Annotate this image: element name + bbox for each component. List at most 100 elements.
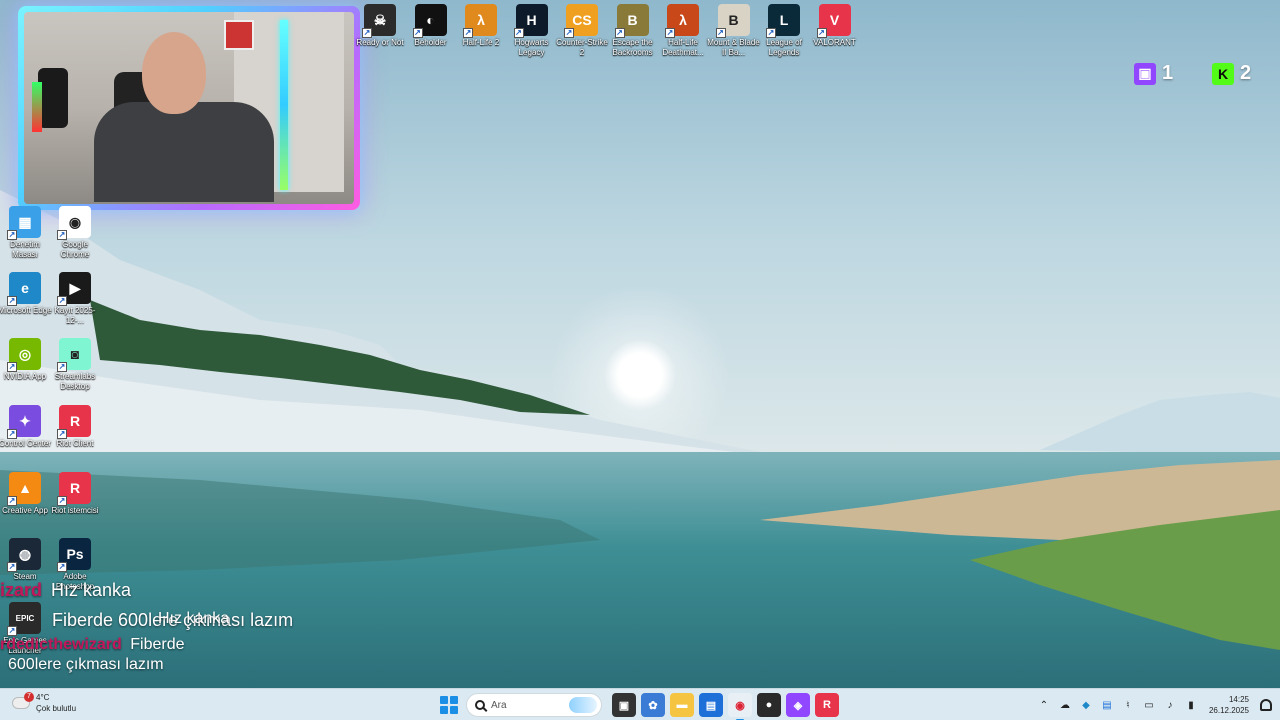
clock[interactable]: 14:25 26.12.2025 xyxy=(1209,694,1249,716)
clock-date: 26.12.2025 xyxy=(1208,706,1249,715)
file-explorer-icon[interactable]: ▬ xyxy=(670,693,694,717)
desktop-shortcut[interactable]: CS ↗ Counter-Strike 2 xyxy=(554,4,610,57)
desktop-shortcut-label: Half-Life 2 xyxy=(462,38,500,47)
desktop-shortcut[interactable]: ▦ ↗ Denetim Masası xyxy=(0,206,53,259)
desktop-shortcut[interactable]: R ↗ Riot Client xyxy=(47,405,103,449)
taskbar-search[interactable]: Ara xyxy=(466,693,602,717)
desktop-shortcut-label: Microsoft Edge xyxy=(0,306,52,315)
beholder-icon: ◐ ↗ xyxy=(412,4,447,38)
riot-istemcisi-icon: R ↗ xyxy=(57,472,91,506)
webcam-overlay xyxy=(18,6,360,210)
twitch-taskbar-icon[interactable]: ◈ xyxy=(786,693,810,717)
desktop-shortcut[interactable]: ◙ ↗ Streamlabs Desktop xyxy=(47,338,103,391)
desktop-shortcut[interactable]: ◐ ↗ Beholder xyxy=(403,4,459,48)
chat-text: Hız kanka xyxy=(51,580,132,600)
counter-strike-icon: CS ↗ xyxy=(564,4,598,38)
desktop-shortcut[interactable]: V ↗ VALORANT xyxy=(807,4,863,48)
desktop-shortcut-label: Half-Life Deathmat... xyxy=(662,38,704,57)
store-tray-icon[interactable]: ▤ xyxy=(1100,698,1114,712)
desktop-shortcut-label: Kayıt 2025-12-... xyxy=(54,306,96,325)
desktop-shortcut[interactable]: ✦ ↗ Control Center xyxy=(0,405,53,449)
shield-icon[interactable]: ◆ xyxy=(1079,698,1093,712)
shortcut-arrow-icon: ↗ xyxy=(766,28,776,38)
notification-bell-icon[interactable] xyxy=(1260,699,1272,711)
desktop-shortcut[interactable]: H ↗ Hogwarts Legacy xyxy=(504,4,560,57)
task-view-icon[interactable]: ▣ xyxy=(612,693,636,717)
search-placeholder: Ara xyxy=(491,699,507,711)
desktop-shortcut[interactable]: ▶ ↗ Kayıt 2025-12-... xyxy=(47,272,103,325)
desktop-shortcut-label: Denetim Masası xyxy=(10,240,40,259)
hogwarts-legacy-icon: H ↗ xyxy=(513,4,548,38)
shortcut-arrow-icon: ↗ xyxy=(57,496,67,506)
creative-app-icon: ▲ ↗ xyxy=(7,472,41,506)
desktop-shortcut[interactable]: λ ↗ Half-Life Deathmat... xyxy=(655,4,711,57)
half-life-2-icon: λ ↗ xyxy=(463,4,497,38)
riot-taskbar-icon[interactable]: R xyxy=(815,693,839,717)
desktop-shortcut-label: Beholder xyxy=(414,38,447,47)
copilot-icon[interactable]: ✿ xyxy=(641,693,665,717)
shortcut-arrow-icon: ↗ xyxy=(412,28,423,38)
desktop-shortcut[interactable]: ◉ ↗ Google Chrome xyxy=(47,206,103,259)
escape-backrooms-icon: B ↗ xyxy=(614,4,649,38)
chat-text: Hız kanka xyxy=(158,610,230,627)
cloud-sync-icon[interactable]: ☁ xyxy=(1058,698,1072,712)
league-of-legends-icon: L ↗ xyxy=(766,4,800,38)
desktop-shortcut-label: Mount & Blade II Ba... xyxy=(707,38,760,57)
desktop-shortcut[interactable]: ▲ ↗ Creative App xyxy=(0,472,53,516)
shortcut-arrow-icon: ↗ xyxy=(665,28,675,38)
shortcut-arrow-icon: ↗ xyxy=(463,28,473,38)
webcam-feed xyxy=(24,12,354,204)
shortcut-arrow-icon: ↗ xyxy=(564,28,574,38)
desktop-shortcut-label: Control Center xyxy=(0,439,52,448)
shortcut-arrow-icon: ↗ xyxy=(614,28,625,38)
desktop-shortcut[interactable]: R ↗ Riot istemcisi xyxy=(47,472,103,516)
chevron-up-icon[interactable]: ⌃ xyxy=(1037,698,1051,712)
desktop-shortcut[interactable]: ◎ ↗ NVIDIA App xyxy=(0,338,53,382)
kick-icon: K xyxy=(1212,62,1234,85)
shortcut-arrow-icon: ↗ xyxy=(7,429,17,439)
desktop-shortcut[interactable]: B ↗ Mount & Blade II Ba... xyxy=(706,4,762,57)
desktop-shortcut[interactable]: e ↗ Microsoft Edge xyxy=(0,272,53,316)
system-tray: ⌃ ☁ ◆ ▤ ♮ ▭ ♪ ▮ 14:25 26.12.2025 xyxy=(1037,691,1272,719)
windows-logo-icon xyxy=(440,696,448,704)
valorant-icon: V ↗ xyxy=(816,4,851,38)
weather-widget[interactable]: 7 4°C Çok bulutlu xyxy=(12,692,76,714)
volume-icon[interactable]: ♪ xyxy=(1163,698,1177,712)
chat-message: rdedicthewizard Fiberde xyxy=(0,636,185,654)
shortcut-arrow-icon: ↗ xyxy=(57,230,67,240)
start-button[interactable] xyxy=(438,694,460,716)
shortcut-arrow-icon: ↗ xyxy=(7,362,17,372)
mount-blade-icon: B ↗ xyxy=(715,4,750,38)
shortcut-arrow-icon: ↗ xyxy=(816,28,827,38)
search-highlight-icon xyxy=(569,697,597,713)
twitch-icon: ▣ xyxy=(1134,62,1156,85)
network-icon[interactable]: ▭ xyxy=(1142,698,1156,712)
battery-icon[interactable]: ▮ xyxy=(1184,698,1198,712)
desktop-shortcut-label: Hogwarts Legacy xyxy=(514,38,549,57)
desktop-shortcut-label: NVIDIA App xyxy=(3,372,47,381)
riot-client-icon: R ↗ xyxy=(57,405,91,439)
control-center-icon: ✦ ↗ xyxy=(7,405,41,439)
desktop-shortcut[interactable]: λ ↗ Half-Life 2 xyxy=(453,4,509,48)
chrome-taskbar-icon[interactable]: ◉ xyxy=(728,693,752,720)
desktop-shortcut[interactable]: ◍ ↗ Steam xyxy=(0,538,53,582)
microphone-icon[interactable]: ♮ xyxy=(1121,698,1135,712)
store-icon[interactable]: ▤ xyxy=(699,693,723,717)
desktop-shortcut[interactable]: ☠ ↗ Ready or Not xyxy=(352,4,408,48)
desktop-shortcut[interactable]: B ↗ Escape the Backrooms xyxy=(605,4,661,57)
search-icon xyxy=(475,700,485,710)
edge-icon: e ↗ xyxy=(7,272,41,306)
weather-alert-badge: 7 xyxy=(24,692,34,702)
shortcut-arrow-icon: ↗ xyxy=(513,28,524,38)
shortcut-arrow-icon: ↗ xyxy=(7,626,17,636)
chat-username: izard xyxy=(0,580,43,600)
desktop-shortcut-label: Escape the Backrooms xyxy=(612,38,653,57)
shortcut-arrow-icon: ↗ xyxy=(57,362,67,372)
kick-viewer-count: 2 xyxy=(1240,62,1252,84)
obs-icon[interactable]: ● xyxy=(757,693,781,717)
weather-condition: Çok bulutlu xyxy=(36,704,77,713)
shortcut-arrow-icon: ↗ xyxy=(362,28,372,38)
chat-username: rdedicthewizard xyxy=(0,636,122,653)
desktop-shortcut[interactable]: L ↗ League of Legends xyxy=(756,4,812,57)
shortcut-arrow-icon: ↗ xyxy=(715,28,726,38)
